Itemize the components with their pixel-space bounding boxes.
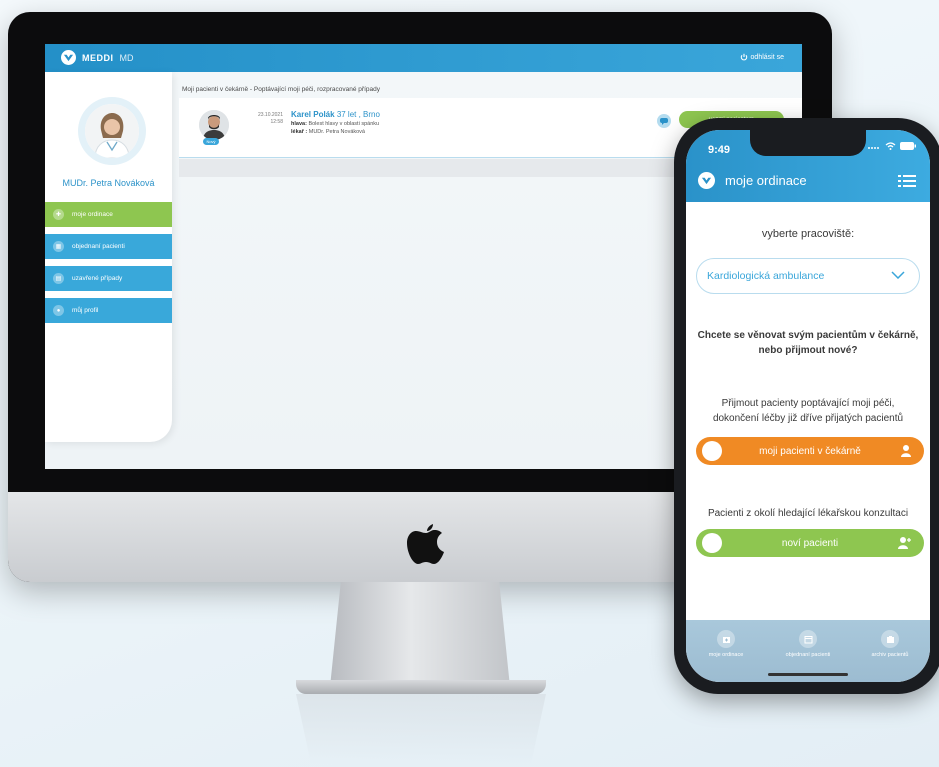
chat-button[interactable] — [657, 114, 671, 128]
accept-text-line-1: Přijmout pacienty poptávající moji péči, — [721, 398, 895, 409]
imac-stand-base — [296, 680, 546, 694]
archive-icon: ▤ — [53, 273, 64, 284]
meddi-logo-icon[interactable] — [698, 172, 715, 189]
sidebar-item-label: můj profil — [72, 307, 99, 314]
calendar-icon: ▦ — [53, 241, 64, 252]
new-patients-toggle[interactable]: noví pacienti — [696, 529, 924, 557]
status-time: 9:49 — [708, 144, 731, 156]
sidebar-item-label: uzavřené případy — [72, 275, 123, 282]
sidebar-item-moje-ordinace[interactable]: ✚ moje ordinace — [45, 202, 172, 227]
apple-logo-icon — [407, 524, 444, 564]
case-info: Karel Polák 37 let , Brno hlava: Bolest … — [291, 110, 380, 135]
chevron-down-icon — [891, 271, 905, 279]
doctor-label: lékař : — [291, 129, 308, 135]
home-indicator — [768, 673, 848, 676]
archive-icon — [881, 630, 899, 648]
question-line-1: Chcete se věnovat svým pacientům v čekár… — [697, 330, 919, 341]
nearby-patients-text: Pacienti z okolí hledající lékařskou kon… — [707, 508, 909, 519]
phone-title-bar: moje ordinace — [698, 172, 807, 189]
phone-notch — [750, 130, 866, 156]
wifi-icon — [885, 142, 896, 150]
imac-stand — [330, 582, 510, 687]
case-timestamp: 23.10.2021 12:58 — [243, 112, 283, 126]
patient-avatar — [199, 110, 229, 140]
tab-label: moje ordinace — [708, 652, 744, 658]
patient-meta: 37 let , Brno — [336, 110, 380, 119]
phone-frame: 9:49 moje ordinace vyberte pracoviště: K… — [674, 118, 939, 694]
tab-label: archiv pacientů — [871, 652, 909, 658]
doctor-line: lékař : MUDr. Petra Nováková — [291, 129, 380, 135]
phone-screen: 9:49 moje ordinace vyberte pracoviště: K… — [686, 130, 930, 682]
new-patients-label: noví pacienti — [781, 537, 839, 549]
doctor-photo-icon — [85, 104, 139, 158]
top-bar: MEDDI MD odhlásit se — [45, 44, 802, 72]
case-time: 12:58 — [270, 119, 283, 125]
power-icon — [740, 53, 747, 61]
page-title: Moji pacienti v čekárně - Poptávající mo… — [182, 86, 380, 93]
phone-header: 9:49 moje ordinace — [686, 130, 930, 202]
doctor-name: MUDr. Petra Nováková — [62, 178, 155, 188]
sidebar-item-muj-profil[interactable]: ● můj profil — [45, 298, 172, 323]
logout-button[interactable]: odhlásit se — [740, 53, 784, 61]
status-icons — [867, 142, 916, 150]
topic-value: Bolest hlavy v oblasti spánku — [308, 121, 380, 127]
tab-label: objednaní pacienti — [785, 652, 831, 658]
battery-icon — [900, 142, 916, 150]
accept-text-line-2: dokončení léčby již dříve přijatých paci… — [712, 413, 904, 424]
sidebar-item-objednani-pacienti[interactable]: ▦ objednaní pacienti — [45, 234, 172, 259]
calendar-icon — [799, 630, 817, 648]
tab-objednani-pacienti[interactable]: objednaní pacienti — [768, 630, 848, 658]
toggle-knob — [702, 441, 722, 461]
workplace-select[interactable]: Kardiologická ambulance — [696, 258, 920, 294]
topic-label: hlava: — [291, 121, 307, 127]
toggle-knob — [702, 533, 722, 553]
waiting-room-toggle[interactable]: moji pacienti v čekárně — [696, 437, 924, 465]
clinic-icon: ✚ — [53, 209, 64, 220]
phone-title: moje ordinace — [725, 173, 807, 188]
brand-suffix: MD — [119, 52, 134, 63]
stand-reflection — [296, 694, 546, 764]
sidebar-item-label: objednaní pacienti — [72, 243, 125, 250]
sidebar-nav: ✚ moje ordinace ▦ objednaní pacienti ▤ u… — [45, 202, 172, 330]
signal-icon — [868, 147, 879, 149]
patient-name[interactable]: Karel Polák — [291, 110, 335, 119]
clinic-icon — [717, 630, 735, 648]
waiting-room-label: moji pacienti v čekárně — [759, 445, 861, 457]
user-icon — [901, 445, 911, 457]
logout-label: odhlásit se — [750, 53, 784, 61]
menu-icon[interactable] — [898, 174, 916, 188]
meddi-logo-icon — [61, 50, 76, 65]
new-badge: Nový — [203, 138, 219, 145]
sidebar-item-uzavrene-pripady[interactable]: ▤ uzavřené případy — [45, 266, 172, 291]
patient-photo-icon — [199, 110, 229, 140]
workplace-select-value: Kardiologická ambulance — [707, 270, 825, 282]
patient-line: Karel Polák 37 let , Brno — [291, 110, 380, 119]
user-icon: ● — [53, 305, 64, 316]
sidebar: MUDr. Petra Nováková ✚ moje ordinace ▦ o… — [45, 72, 172, 442]
workplace-label: vyberte pracoviště: — [761, 228, 855, 240]
add-user-icon — [898, 537, 911, 549]
brand-name: MEDDI — [82, 52, 114, 63]
question-line-2: nebo přijmout nové? — [758, 345, 858, 356]
doctor-value: MUDr. Petra Nováková — [308, 129, 365, 135]
brand[interactable]: MEDDI MD — [61, 50, 134, 65]
case-date: 23.10.2021 — [257, 112, 283, 118]
sidebar-item-label: moje ordinace — [72, 211, 113, 218]
topic-line: hlava: Bolest hlavy v oblasti spánku — [291, 121, 380, 127]
tab-moje-ordinace[interactable]: moje ordinace — [686, 630, 766, 658]
doctor-avatar[interactable] — [78, 97, 146, 165]
tab-archiv-pacientu[interactable]: archiv pacientů — [850, 630, 930, 658]
chat-icon — [660, 117, 668, 125]
